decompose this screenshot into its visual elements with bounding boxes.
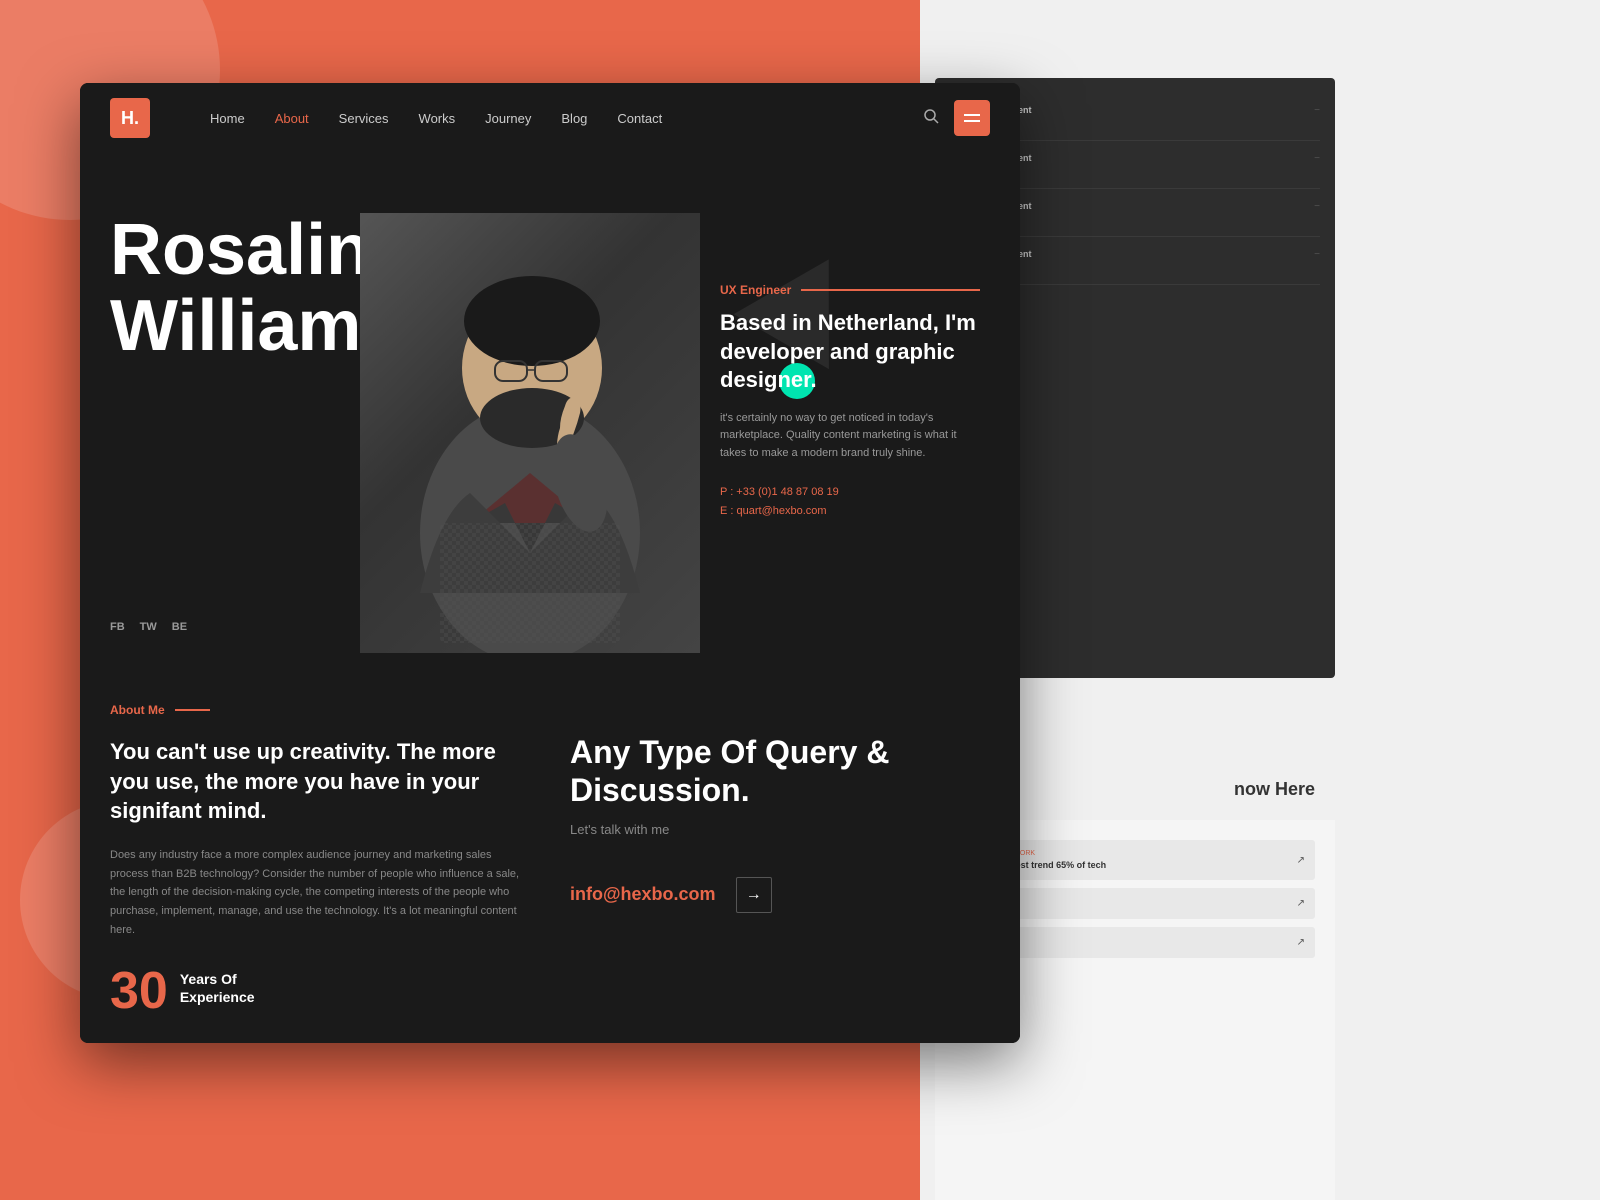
hero-email-contact: E : quart@hexbo.com [720, 502, 980, 522]
social-tw[interactable]: TW [140, 621, 157, 633]
social-fb[interactable]: FB [110, 621, 125, 633]
about-headline: You can't use up creativity. The more yo… [110, 737, 530, 826]
experience-block: 30 Years Of Experience [110, 965, 530, 1017]
person-image [360, 213, 700, 653]
query-arrow[interactable]: → [736, 877, 772, 913]
logo-box[interactable]: H. [110, 98, 150, 138]
exp-line1: Years Of [180, 970, 255, 988]
nav-blog[interactable]: Blog [561, 111, 587, 126]
section-label-text: About Me [110, 703, 165, 717]
experience-label: Years Of Experience [180, 965, 255, 1006]
about-body: Does any industry face a more complex au… [110, 846, 530, 939]
hero-section: Rosalina William [80, 153, 1020, 653]
hero-phone: P : +33 (0)1 48 87 08 19 [720, 483, 980, 503]
section-label-line [175, 709, 210, 711]
exp-line2: Experience [180, 988, 255, 1006]
hero-tagline: Based in Netherland, I'm developer and g… [720, 309, 980, 395]
query-headline: Any Type Of Query & Discussion. [570, 733, 990, 810]
menu-button[interactable] [954, 100, 990, 136]
query-subtext: Let's talk with me [570, 822, 990, 837]
bottom-card-arrow: ↗ [1297, 937, 1305, 948]
email-link-row: info@hexbo.com → [570, 877, 990, 913]
person-silhouette [360, 213, 700, 653]
about-right: Any Type Of Query & Discussion. Let's ta… [570, 703, 990, 1017]
bottom-card-arrow: ↗ [1297, 898, 1305, 909]
social-be[interactable]: BE [172, 621, 187, 633]
stacked-item-arrow: − [1314, 249, 1320, 260]
search-icon[interactable] [923, 108, 939, 129]
main-window: H. Home About Services Works Journey Blo… [80, 83, 1020, 1043]
nav-services[interactable]: Services [339, 111, 389, 126]
ux-label-text: UX Engineer [720, 283, 791, 297]
experience-number: 30 [110, 965, 168, 1017]
about-section: About Me You can't use up creativity. Th… [80, 653, 1020, 1043]
nav-about[interactable]: About [275, 111, 309, 126]
stacked-item-arrow: − [1314, 153, 1320, 164]
contact-info: P : +33 (0)1 48 87 08 19 E : quart@hexbo… [720, 483, 980, 523]
hero-description: it's certainly no way to get noticed in … [720, 410, 980, 463]
bottom-card-arrow: ↗ [1297, 855, 1305, 866]
nav-links: Home About Services Works Journey Blog C… [210, 111, 923, 126]
logo-letter: H. [121, 108, 139, 129]
hero-right-content: UX Engineer Based in Netherland, I'm dev… [720, 283, 980, 522]
nav-home[interactable]: Home [210, 111, 245, 126]
query-email-link[interactable]: info@hexbo.com [570, 884, 716, 905]
about-left: About Me You can't use up creativity. Th… [110, 703, 530, 1017]
nav-works[interactable]: Works [419, 111, 456, 126]
navbar: H. Home About Services Works Journey Blo… [80, 83, 1020, 153]
ux-label-line [801, 289, 980, 291]
social-links: FB TW BE [110, 621, 187, 633]
menu-line-1 [964, 114, 980, 116]
nav-journey[interactable]: Journey [485, 111, 531, 126]
secondary-window: business● web waft ●mondi Bloomberg Busi… [920, 0, 1600, 1200]
menu-line-2 [964, 120, 980, 122]
stacked-item-arrow: − [1314, 201, 1320, 212]
stacked-item-arrow: − [1314, 105, 1320, 116]
section-label: About Me [110, 703, 530, 717]
know-here-text: now Here [1214, 769, 1335, 810]
nav-right [923, 100, 990, 136]
nav-contact[interactable]: Contact [617, 111, 662, 126]
ux-label: UX Engineer [720, 283, 980, 297]
